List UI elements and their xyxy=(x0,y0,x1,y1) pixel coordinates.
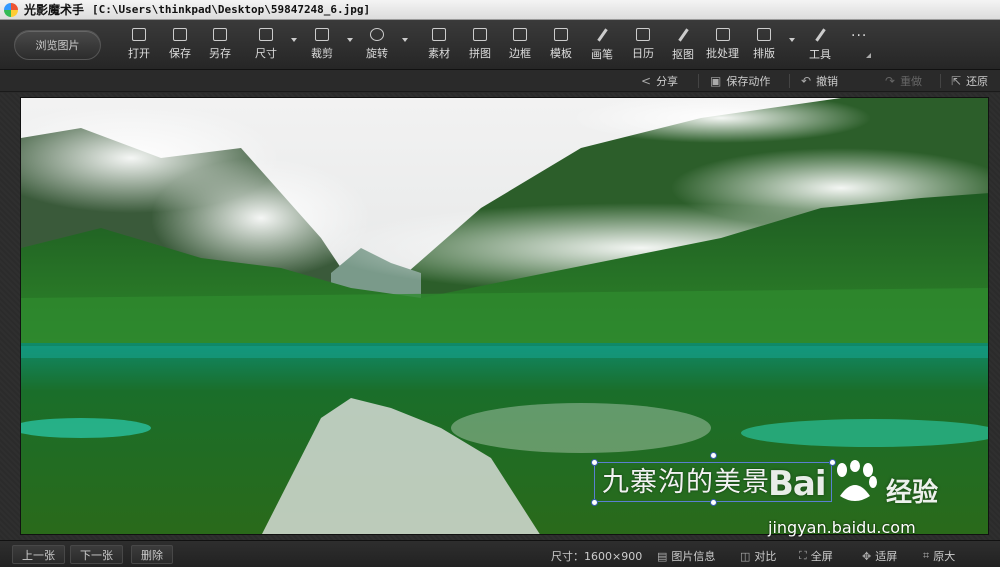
rotate-icon xyxy=(370,28,384,41)
fullscreen-button[interactable]: ⛶ 全屏 xyxy=(799,548,833,564)
divider xyxy=(698,74,699,88)
title-bar: 光影魔术手 [C:\Users\thinkpad\Desktop\5984724… xyxy=(0,0,1000,20)
text-overlay[interactable]: 九寨沟的美景 xyxy=(602,460,770,499)
restore-button[interactable]: ⇱ 还原 xyxy=(951,73,988,89)
baidu-logo-text: Bai xyxy=(768,464,827,504)
material-icon xyxy=(432,28,446,41)
save-button[interactable]: 保存 xyxy=(169,26,191,64)
material-button[interactable]: 素材 xyxy=(428,26,450,64)
border-button[interactable]: 边框 xyxy=(509,26,531,64)
delete-button[interactable]: 删除 xyxy=(131,545,173,564)
image-info-button[interactable]: ▤ 图片信息 xyxy=(657,548,715,564)
open-icon xyxy=(132,28,146,41)
calendar-icon xyxy=(636,28,650,41)
fit-screen-button[interactable]: ✥ 适屏 xyxy=(862,548,897,564)
status-bar: 上一张 下一张 删除 尺寸：1600×900 ▤ 图片信息 ◫ 对比 ⛶ 全屏 ✥ 适屏… xyxy=(0,540,1000,567)
paw-icon xyxy=(837,460,877,501)
crop-button[interactable]: 裁剪 xyxy=(311,26,333,64)
divider xyxy=(789,74,790,88)
resize-handle-bottom[interactable] xyxy=(710,499,717,506)
tools-icon xyxy=(813,28,827,42)
app-name: 光影魔术手 xyxy=(24,3,85,17)
save-as-button[interactable]: 另存 xyxy=(209,26,231,64)
crop-icon xyxy=(315,28,329,41)
app-logo-icon xyxy=(4,2,18,17)
tools-button[interactable]: 工具 xyxy=(809,26,831,64)
more-button[interactable]: ··· xyxy=(851,28,867,44)
prev-image-button[interactable]: 上一张 xyxy=(12,545,65,564)
save-as-icon xyxy=(213,28,227,41)
expand-corner-icon[interactable] xyxy=(866,53,871,58)
template-icon xyxy=(554,28,568,41)
cutout-button[interactable]: 抠图 xyxy=(672,26,694,64)
border-icon xyxy=(513,28,527,41)
compare-button[interactable]: ◫ 对比 xyxy=(740,548,776,564)
browse-images-button[interactable]: 浏览图片 xyxy=(14,30,101,60)
collage-icon xyxy=(473,28,487,41)
actual-size-icon: ⌗ xyxy=(923,549,930,562)
batch-button[interactable]: 批处理 xyxy=(706,26,739,64)
redo-button[interactable]: ↷ 重做 xyxy=(885,73,922,89)
brush-icon xyxy=(595,28,609,42)
action-bar: < 分享 ▣ 保存动作 ↶ 撤销 ↷ 重做 ⇱ 还原 xyxy=(0,70,1000,153)
save-action-button[interactable]: ▣ 保存动作 xyxy=(710,73,770,89)
actual-size-button[interactable]: ⌗ 原大 xyxy=(923,548,955,564)
save-icon xyxy=(173,28,187,41)
redo-icon: ↷ xyxy=(885,74,896,88)
cutout-icon xyxy=(676,28,690,42)
calendar-button[interactable]: 日历 xyxy=(632,26,654,64)
collage-button[interactable]: 拼图 xyxy=(469,26,491,64)
main-toolbar: 浏览图片 打开 保存 另存 尺寸 裁剪 旋转 素材 拼图 边框 模板 画笔 日历… xyxy=(0,20,1000,70)
share-icon: < xyxy=(641,74,652,88)
jingyan-text: 经验 xyxy=(886,478,939,508)
watermark-url: jingyan.baidu.com xyxy=(768,518,916,537)
resize-icon xyxy=(259,28,273,41)
restore-icon: ⇱ xyxy=(951,74,962,88)
undo-button[interactable]: ↶ 撤销 xyxy=(801,73,838,89)
resize-dropdown-icon[interactable] xyxy=(291,38,297,42)
layout-button[interactable]: 排版 xyxy=(753,26,775,64)
baidu-jingyan-watermark: Bai 经验 jingyan.baidu.com xyxy=(760,456,992,542)
fit-screen-icon: ✥ xyxy=(862,549,872,563)
next-image-button[interactable]: 下一张 xyxy=(70,545,123,564)
resize-handle-top-left[interactable] xyxy=(591,459,598,466)
template-button[interactable]: 模板 xyxy=(550,26,572,64)
batch-icon xyxy=(715,28,730,41)
crop-dropdown-icon[interactable] xyxy=(347,38,353,42)
resize-button[interactable]: 尺寸 xyxy=(255,26,277,64)
rotate-handle[interactable] xyxy=(710,452,717,459)
layout-dropdown-icon[interactable] xyxy=(789,38,795,42)
resize-handle-bottom-left[interactable] xyxy=(591,499,598,506)
undo-icon: ↶ xyxy=(801,74,812,88)
rotate-button[interactable]: 旋转 xyxy=(366,26,388,64)
file-path: [C:\Users\thinkpad\Desktop\59847248_6.jp… xyxy=(92,3,371,16)
rotate-dropdown-icon[interactable] xyxy=(402,38,408,42)
save-action-icon: ▣ xyxy=(710,74,722,88)
fullscreen-icon: ⛶ xyxy=(799,549,807,562)
layout-icon xyxy=(757,28,771,41)
image-info-icon: ▤ xyxy=(657,549,668,563)
divider xyxy=(940,74,941,88)
compare-icon: ◫ xyxy=(740,549,751,563)
brush-button[interactable]: 画笔 xyxy=(591,26,613,64)
open-button[interactable]: 打开 xyxy=(128,26,150,64)
image-size-readout: 尺寸：1600×900 xyxy=(551,550,643,563)
share-button[interactable]: < 分享 xyxy=(641,73,678,89)
